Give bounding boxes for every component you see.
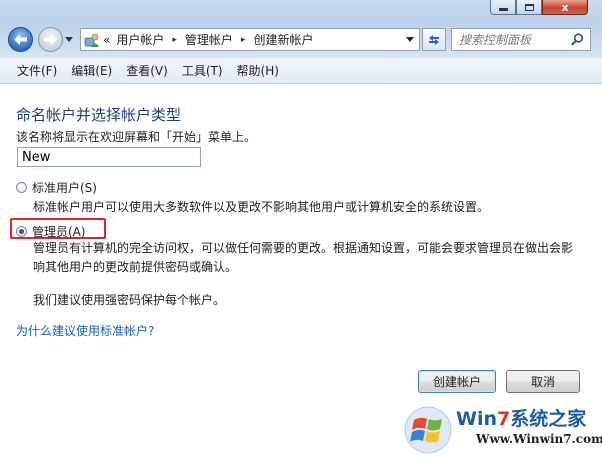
- title-bar: x: [0, 0, 602, 22]
- close-button[interactable]: x: [542, 0, 588, 15]
- close-icon: x: [561, 0, 569, 14]
- minimize-button[interactable]: [490, 0, 516, 15]
- maximize-button[interactable]: [516, 0, 542, 15]
- forward-arrow-icon: [44, 34, 57, 45]
- menu-view[interactable]: 查看(V): [119, 62, 175, 79]
- windows-logo-icon: [404, 406, 452, 454]
- watermark-brand: Win7系统之家: [456, 408, 587, 430]
- watermark: Win7系统之家 Www.Winwin7.com: [404, 400, 602, 459]
- search-input[interactable]: [457, 31, 571, 48]
- minimize-icon: [498, 8, 508, 11]
- main-content: 命名帐户并选择帐户类型 该名称将显示在欢迎屏幕和「开始」菜单上。 标准用户(S)…: [0, 84, 602, 394]
- radio-button-checked[interactable]: [16, 226, 27, 237]
- radio-button-unchecked[interactable]: [16, 182, 27, 193]
- administrator-label: 管理员(A): [32, 225, 86, 239]
- address-dropdown-button[interactable]: [401, 29, 419, 50]
- radio-standard-user[interactable]: 标准用户(S): [16, 179, 97, 196]
- search-box[interactable]: [451, 28, 591, 51]
- maximize-icon: [524, 3, 534, 11]
- back-button[interactable]: [8, 27, 33, 52]
- breadcrumb-create-account[interactable]: 创建新帐户: [253, 31, 313, 48]
- watermark-url: Www.Winwin7.com: [476, 432, 602, 446]
- cancel-button[interactable]: 取消: [506, 370, 580, 393]
- create-account-button[interactable]: 创建帐户: [418, 370, 496, 393]
- administrator-description-line2: 响其他用户的更改前提供密码或确认。: [33, 260, 238, 274]
- menu-help[interactable]: 帮助(H): [230, 62, 286, 79]
- search-icon[interactable]: [571, 33, 584, 46]
- breadcrumb-separator[interactable]: ▸: [241, 35, 246, 45]
- standard-user-label: 标准用户(S): [32, 181, 97, 195]
- address-bar[interactable]: « 用户帐户 ▸ 管理帐户 ▸ 创建新帐户: [80, 28, 420, 51]
- breadcrumb-overflow[interactable]: «: [103, 33, 110, 47]
- account-name-label: 该名称将显示在欢迎屏幕和「开始」菜单上。: [16, 130, 257, 144]
- refresh-button[interactable]: [422, 28, 446, 51]
- menu-file[interactable]: 文件(F): [10, 62, 64, 79]
- navigation-bar: « 用户帐户 ▸ 管理帐户 ▸ 创建新帐户: [0, 22, 602, 58]
- recent-pages-dropdown-icon[interactable]: [65, 37, 73, 42]
- menu-tools[interactable]: 工具(T): [175, 62, 230, 79]
- breadcrumb-separator[interactable]: ▸: [172, 35, 177, 45]
- refresh-icon: [429, 34, 439, 45]
- chevron-down-icon: [406, 37, 414, 42]
- breadcrumb-manage-accounts[interactable]: 管理帐户: [185, 31, 233, 48]
- menu-bar: 文件(F) 编辑(E) 查看(V) 工具(T) 帮助(H): [0, 58, 602, 84]
- menu-edit[interactable]: 编辑(E): [64, 62, 119, 79]
- why-standard-account-link[interactable]: 为什么建议使用标准帐户?: [16, 322, 154, 339]
- radio-administrator[interactable]: 管理员(A): [16, 223, 86, 240]
- breadcrumb-user-accounts[interactable]: 用户帐户: [116, 31, 164, 48]
- user-accounts-icon: [84, 33, 99, 47]
- standard-user-description: 标准帐户用户可以使用大多数软件以及更改不影响其他用户或计算机安全的系统设置。: [33, 200, 490, 214]
- back-arrow-icon: [14, 34, 27, 45]
- administrator-description-line1: 管理员有计算机的完全访问权，可以做任何需要的更改。根据通知设置，可能会要求管理员…: [33, 241, 574, 255]
- password-recommendation: 我们建议使用强密码保护每个帐户。: [33, 293, 226, 307]
- forward-button[interactable]: [38, 27, 63, 52]
- page-title: 命名帐户并选择帐户类型: [16, 106, 182, 124]
- account-name-field[interactable]: [17, 147, 201, 167]
